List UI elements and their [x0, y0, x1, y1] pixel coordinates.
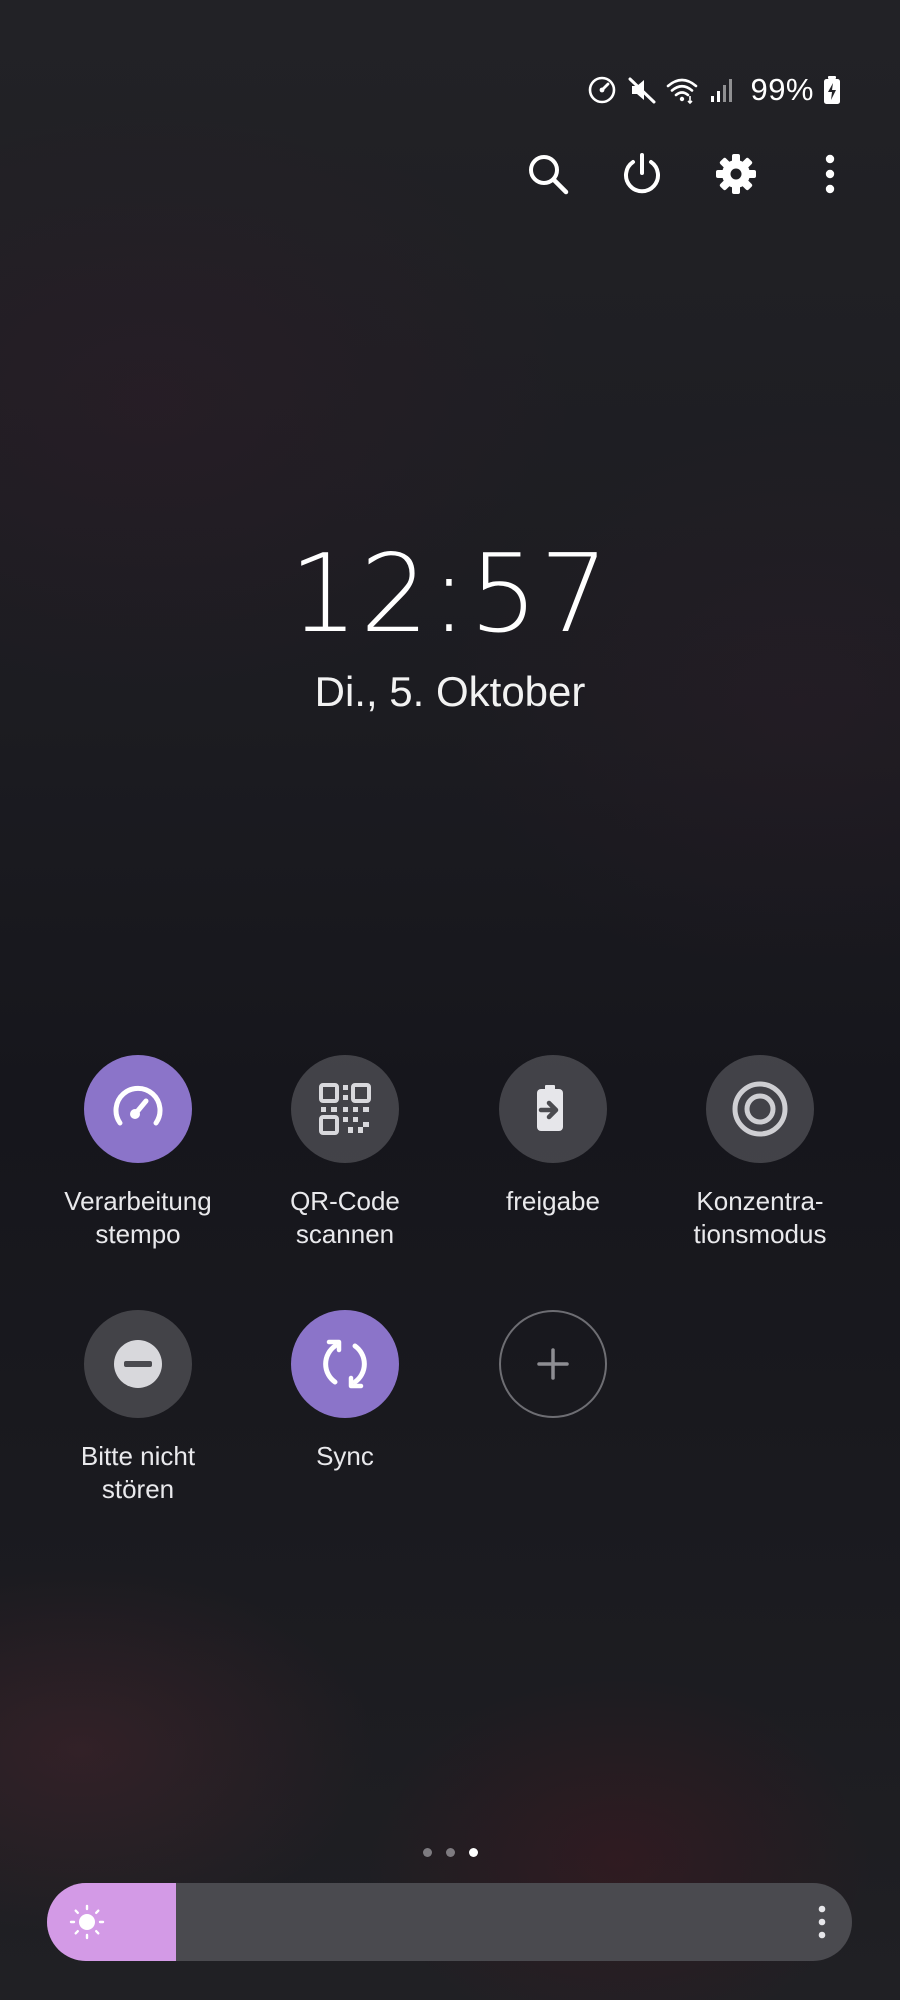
- wifi-icon: [667, 78, 698, 105]
- tile-do-not-disturb[interactable]: Bitte nicht stören: [38, 1310, 238, 1506]
- tile-processing-speed[interactable]: Verarbeitung stempo: [38, 1055, 238, 1251]
- more-vert-icon: [825, 154, 835, 194]
- mute-icon: [628, 77, 656, 104]
- more-options-button[interactable]: [806, 150, 854, 198]
- tile-add-button[interactable]: [453, 1310, 653, 1418]
- tile-label: freigabe: [506, 1186, 600, 1216]
- tile-circle: [499, 1055, 607, 1163]
- settings-icon: [716, 154, 756, 194]
- clock-date[interactable]: Di., 5. Oktober: [0, 668, 900, 716]
- tile-qr-code-scanner[interactable]: QR-Code scannen: [245, 1055, 445, 1251]
- search-icon: [529, 155, 569, 195]
- page-indicator: [0, 1848, 900, 1857]
- share-file-icon: [537, 1085, 563, 1131]
- tile-sync[interactable]: Sync: [245, 1310, 445, 1473]
- page-dot[interactable]: [445, 1848, 455, 1857]
- power-button[interactable]: [618, 150, 666, 198]
- do-not-disturb-icon: [114, 1340, 162, 1388]
- tile-circle: [706, 1055, 814, 1163]
- tile-focus-mode[interactable]: Konzentra- tionsmodus: [660, 1055, 860, 1251]
- page-dot-current[interactable]: [468, 1848, 478, 1857]
- tile-label: QR-Code scannen: [290, 1186, 400, 1249]
- top-action-bar: [524, 150, 854, 198]
- power-icon: [624, 153, 660, 194]
- page-dot[interactable]: [422, 1848, 432, 1857]
- settings-button[interactable]: [712, 150, 760, 198]
- battery-charging-icon: [824, 76, 840, 104]
- clock-time[interactable]: 12:57: [0, 535, 900, 655]
- tile-circle: [84, 1310, 192, 1418]
- focus-target-icon: [732, 1081, 788, 1137]
- sun-icon: [69, 1904, 105, 1940]
- brightness-more-icon[interactable]: [816, 1902, 828, 1942]
- qr-code-icon: [319, 1083, 371, 1135]
- tile-circle: [291, 1055, 399, 1163]
- sync-icon: [323, 1339, 367, 1389]
- tile-label: Bitte nicht stören: [80, 1441, 196, 1504]
- speed-icon: [589, 76, 616, 104]
- brightness-slider[interactable]: [47, 1883, 852, 1961]
- status-bar: 99%: [586, 70, 842, 110]
- tile-file-sharing[interactable]: freigabe: [453, 1055, 653, 1218]
- tile-circle: [291, 1310, 399, 1418]
- battery-percent: 99%: [750, 72, 814, 107]
- search-button[interactable]: [524, 150, 572, 198]
- tile-label: Sync: [316, 1441, 374, 1471]
- tile-label: Konzentra- tionsmodus: [693, 1186, 827, 1249]
- tile-circle: [84, 1055, 192, 1163]
- add-icon: [537, 1348, 569, 1380]
- signal-icon: [711, 79, 733, 102]
- speedometer-icon: [113, 1085, 163, 1126]
- tile-circle: [499, 1310, 607, 1418]
- tile-label: Verarbeitung stempo: [64, 1186, 212, 1249]
